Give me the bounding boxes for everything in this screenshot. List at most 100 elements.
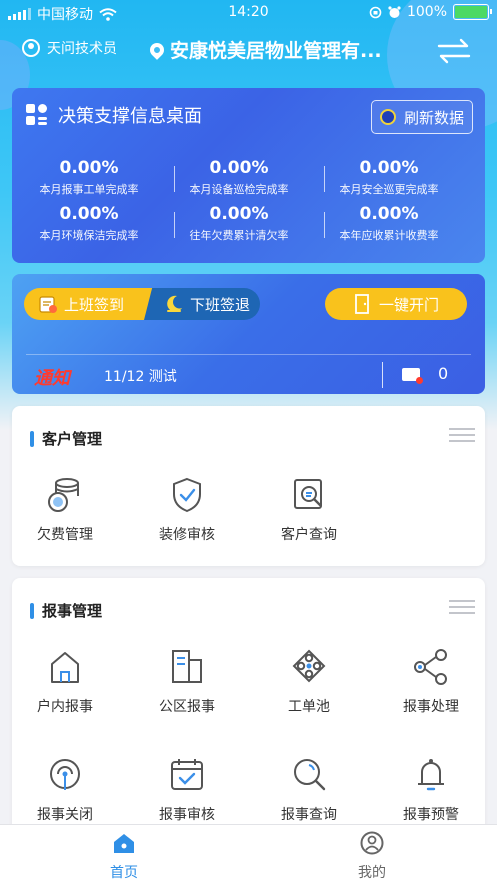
user-icon xyxy=(22,39,40,57)
section-header: 报事管理 xyxy=(30,600,102,621)
sign-in-button[interactable]: 上班签到 xyxy=(24,288,154,320)
stat-value: 0.00% xyxy=(359,204,419,224)
tile-label: 报事处理 xyxy=(403,699,459,715)
divider xyxy=(174,212,175,238)
stat-value: 0.00% xyxy=(209,158,269,178)
menu-icon[interactable] xyxy=(449,428,475,442)
battery-icon xyxy=(453,4,492,20)
rotation-lock-icon xyxy=(369,6,382,18)
tile-report-search[interactable]: 报事查询 xyxy=(250,756,368,824)
tile-report-warning[interactable]: 报事预警 xyxy=(372,756,490,824)
divider xyxy=(324,212,325,238)
message-count: 0 xyxy=(438,364,449,383)
tile-label: 户内报事 xyxy=(37,699,93,715)
battery-percent: 100% xyxy=(406,4,447,20)
sign-out-button[interactable]: 下班签退 xyxy=(144,288,260,320)
tile-label: 欠费管理 xyxy=(37,527,93,543)
stat-label: 本年应收累计收费率 xyxy=(339,229,439,242)
dashboard-icon xyxy=(26,104,48,126)
tile-arrears[interactable]: 欠费管理 xyxy=(6,476,124,544)
tile-report-review[interactable]: 报事审核 xyxy=(128,756,246,824)
calendar-check-icon xyxy=(171,759,203,790)
project-name: 安康悦美居物业管理有... xyxy=(170,40,382,62)
stat-value: 0.00% xyxy=(59,158,119,178)
panel-title: 决策支撑信息桌面 xyxy=(58,106,202,127)
stat-item: 0.00% 本月报事工单完成率 xyxy=(14,158,164,197)
switch-arrows-icon[interactable] xyxy=(437,38,471,64)
open-door-label: 一键开门 xyxy=(378,295,439,314)
tile-label: 客户查询 xyxy=(281,527,337,543)
location-pin-icon xyxy=(147,39,167,60)
menu-icon[interactable] xyxy=(449,600,475,614)
notice-logo: 通知 xyxy=(34,368,70,389)
house-icon xyxy=(51,652,79,683)
top-header: 天问技术员 安康悦美居物业管理有... xyxy=(0,36,497,66)
door-icon xyxy=(355,294,369,314)
open-door-button[interactable]: 一键开门 xyxy=(325,288,467,320)
stat-value: 0.00% xyxy=(59,204,119,224)
tile-renovation-review[interactable]: 装修审核 xyxy=(128,476,246,544)
checkin-calendar-icon xyxy=(39,296,57,313)
tab-label: 我的 xyxy=(358,865,386,881)
home-icon xyxy=(114,834,134,853)
project-selector[interactable]: 安康悦美居物业管理有... xyxy=(147,36,382,63)
tile-label: 报事审核 xyxy=(159,807,215,823)
tile-label: 装修审核 xyxy=(159,527,215,543)
bottom-tab-bar: 首页 我的 xyxy=(0,824,497,884)
tab-mine[interactable]: 我的 xyxy=(312,831,432,882)
tile-customer-search[interactable]: 客户查询 xyxy=(250,476,368,544)
alarm-icon xyxy=(388,5,401,18)
stat-value: 0.00% xyxy=(209,204,269,224)
tile-label: 报事查询 xyxy=(281,807,337,823)
stat-item: 0.00% 往年欠费累计清欠率 xyxy=(164,204,314,243)
search-doc-icon xyxy=(294,479,322,509)
divider xyxy=(174,166,175,192)
user-profile[interactable]: 天问技术员 xyxy=(22,38,117,58)
tile-label: 报事预警 xyxy=(403,807,459,823)
stat-label: 往年欠费累计清欠率 xyxy=(189,229,289,242)
tile-work-order-pool[interactable]: 工单池 xyxy=(250,648,368,716)
moon-icon xyxy=(167,295,182,312)
status-bar: 中国移动 14:20 100% xyxy=(0,0,497,26)
attendance-card: 上班签到 下班签退 一键开门 通知 11/12 测试 0 xyxy=(12,274,485,394)
tab-home[interactable]: 首页 xyxy=(64,831,184,882)
report-management-card: 报事管理 户内报事 公区报事 工单池 报事处理 报事关闭 报事审核 报事查询 报… xyxy=(12,578,485,838)
refresh-label: 刷新数据 xyxy=(404,108,465,127)
stat-item: 0.00% 本月安全巡更完成率 xyxy=(314,158,464,197)
divider xyxy=(324,166,325,192)
refresh-icon xyxy=(380,109,396,125)
stat-label: 本月环境保洁完成率 xyxy=(39,229,139,242)
section-title: 报事管理 xyxy=(42,602,103,620)
tile-label: 公区报事 xyxy=(159,699,215,715)
tile-report-handling[interactable]: 报事处理 xyxy=(372,648,490,716)
notice-text[interactable]: 11/12 测试 xyxy=(104,366,177,386)
network-icon xyxy=(292,649,326,683)
refresh-data-button[interactable]: 刷新数据 xyxy=(371,100,473,134)
section-title: 客户管理 xyxy=(42,430,103,448)
building-icon xyxy=(172,650,202,683)
tile-indoor-report[interactable]: 户内报事 xyxy=(6,648,124,716)
user-name: 天问技术员 xyxy=(47,41,117,57)
sign-in-label: 上班签到 xyxy=(64,295,125,314)
shield-check-icon xyxy=(173,477,201,513)
tile-public-report[interactable]: 公区报事 xyxy=(128,648,246,716)
decision-panel: 决策支撑信息桌面 刷新数据 0.00% 本月报事工单完成率 0.00% 本月设备… xyxy=(12,88,485,263)
tile-label: 工单池 xyxy=(288,699,330,715)
divider xyxy=(382,362,383,388)
stat-value: 0.00% xyxy=(359,158,419,178)
tab-label: 首页 xyxy=(110,865,138,881)
stat-label: 本月设备巡检完成率 xyxy=(189,183,289,196)
sign-out-label: 下班签退 xyxy=(190,295,251,314)
signal-pin-icon xyxy=(50,759,80,790)
share-icon xyxy=(414,649,447,685)
stat-item: 0.00% 本年应收累计收费率 xyxy=(314,204,464,243)
tile-label: 报事关闭 xyxy=(37,807,93,823)
mail-icon[interactable] xyxy=(402,368,423,384)
profile-icon xyxy=(360,831,384,855)
stat-label: 本月安全巡更完成率 xyxy=(339,183,439,196)
section-header: 客户管理 xyxy=(30,428,102,449)
accent-bar xyxy=(30,602,34,619)
tile-report-close[interactable]: 报事关闭 xyxy=(6,756,124,824)
divider xyxy=(26,354,471,355)
customer-management-card: 客户管理 欠费管理 装修审核 客户查询 xyxy=(12,406,485,566)
